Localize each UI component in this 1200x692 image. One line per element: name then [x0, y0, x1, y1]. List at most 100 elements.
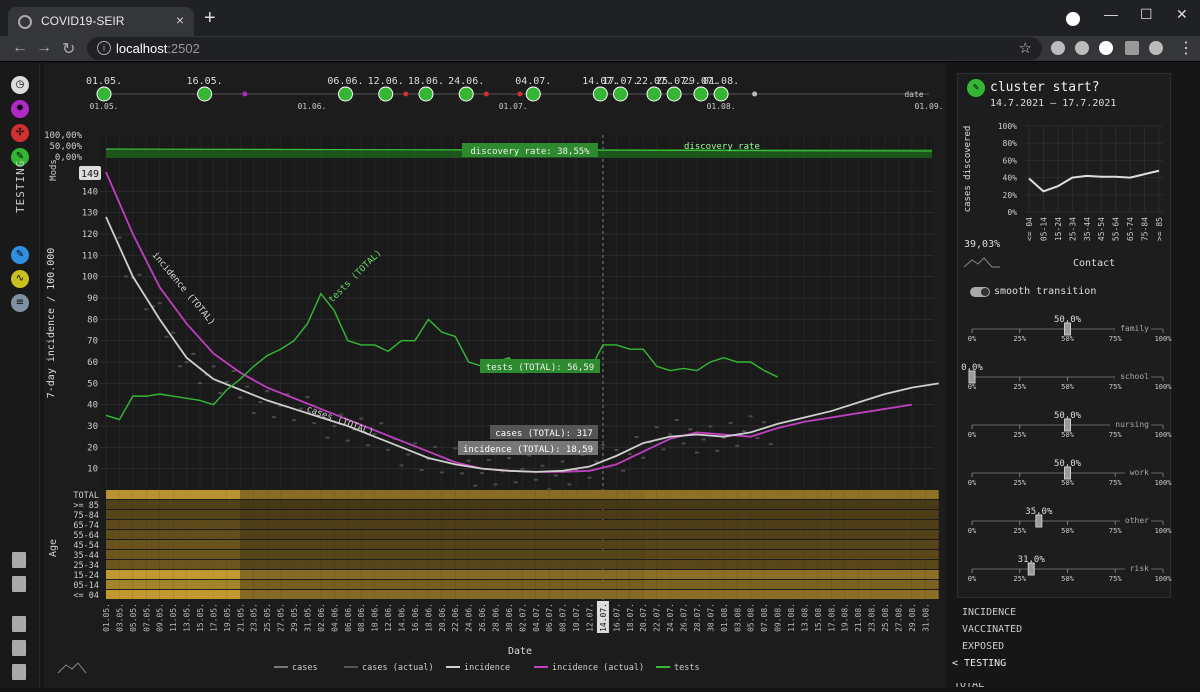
virus-icon[interactable]: ✸ — [11, 100, 29, 118]
extension-icon[interactable] — [1099, 41, 1113, 55]
timeline-event-icon[interactable] — [96, 86, 112, 102]
menu-item-total[interactable]: TOTAL — [954, 683, 984, 688]
edit-icon[interactable]: ✎ — [11, 246, 29, 264]
left-toolbar: ◷ ✸ ✣ ✎ TESTING ✎ ∿ ≡ — [0, 63, 40, 688]
sliders-icon[interactable]: ≡ — [11, 294, 29, 312]
heatmap-cell — [858, 590, 872, 599]
forward-icon[interactable]: → — [36, 39, 52, 57]
cases-actual-bar — [627, 452, 632, 455]
timeline-event-icon[interactable] — [713, 86, 729, 102]
timeline-marker[interactable] — [752, 91, 758, 97]
timeline-event-icon[interactable] — [378, 86, 394, 102]
slider-tick-label: 50% — [1061, 383, 1074, 391]
close-tab-icon[interactable]: × — [176, 12, 184, 28]
heatmap-cell — [294, 590, 308, 599]
cases-actual-bar — [513, 481, 518, 484]
profile-dropdown-icon[interactable] — [1066, 12, 1080, 26]
menu-item-exposed[interactable]: EXPOSED — [962, 641, 1004, 652]
new-tab-button[interactable]: + — [204, 8, 216, 28]
mode-menu: INCIDENCE VACCINATED EXPOSED < TESTING T… — [940, 603, 1200, 688]
heatmap-cell — [213, 550, 227, 559]
mods-tick-label: 100,00% — [44, 131, 83, 141]
info-icon[interactable]: i — [97, 41, 111, 55]
maximize-button[interactable]: ☐ — [1140, 6, 1153, 23]
back-icon[interactable]: ← — [12, 39, 28, 57]
heatmap-cell — [656, 490, 671, 499]
timeline-marker[interactable] — [403, 91, 409, 97]
save-icon[interactable] — [12, 640, 26, 656]
main-chart-svg[interactable]: 01.05. 16.05. 06.06. 12.06. 18.06. 24.06. 04.0… — [44, 63, 946, 688]
slider-handle-nursing[interactable] — [1064, 418, 1071, 432]
puzzle-icon[interactable] — [1125, 41, 1139, 55]
chart-legend[interactable]: cases cases (actual) incidence incidence (a… — [57, 662, 700, 674]
avatar[interactable] — [1149, 41, 1163, 55]
heatmap-cell — [858, 580, 872, 589]
heatmap-cell — [723, 560, 738, 569]
slider-handle-school[interactable] — [968, 370, 976, 384]
heatmap-cell — [898, 510, 912, 519]
heatmap-cell — [132, 590, 147, 599]
document-icon[interactable] — [12, 576, 26, 592]
heatmap-cell — [777, 510, 791, 519]
heatmap-cell — [804, 520, 818, 529]
timeline-marker[interactable] — [242, 91, 248, 97]
timeline-event-icon[interactable] — [693, 86, 709, 102]
clock-icon[interactable]: ◷ — [11, 76, 29, 94]
timeline[interactable]: 01.05. 16.05. 06.06. 12.06. 18.06. 24.06. 04.0… — [86, 76, 944, 111]
smooth-transition-toggle[interactable] — [970, 287, 990, 297]
browser-tab[interactable]: COVID19-SEIR × — [8, 7, 194, 36]
minimize-button[interactable]: — — [1104, 6, 1118, 22]
heatmap-cell — [334, 580, 348, 589]
heatmap-cell — [616, 580, 630, 589]
timeline-event-icon[interactable] — [612, 86, 628, 102]
menu-icon[interactable]: ⋮ — [1178, 38, 1194, 58]
heatmap-cell — [307, 530, 321, 539]
address-bar[interactable]: i localhost:2502 ☆ — [87, 37, 1042, 60]
heatmap-cell — [535, 580, 550, 589]
heatmap-cell — [159, 540, 174, 549]
reload-icon[interactable]: ↻ — [62, 39, 75, 59]
bookmark-star-icon[interactable]: ☆ — [1019, 39, 1032, 57]
menu-item-vaccinated[interactable]: VACCINATED — [962, 624, 1022, 635]
timeline-event-icon[interactable] — [458, 86, 474, 102]
timeline-event-icon[interactable] — [592, 86, 608, 102]
menu-item-testing[interactable]: < TESTING — [952, 658, 1006, 669]
timeline-event-icon[interactable] — [197, 86, 213, 102]
timeline-marker[interactable] — [483, 91, 489, 97]
timeline-event-icon[interactable] — [666, 86, 682, 102]
heatmap-cell — [898, 500, 912, 509]
heatmap-cell — [119, 580, 133, 589]
menu-item-incidence[interactable]: INCIDENCE — [962, 607, 1016, 618]
import-icon[interactable] — [12, 616, 26, 632]
heatmap-cell — [884, 500, 899, 509]
heatmap-cell — [750, 570, 765, 579]
timeline-marker[interactable] — [517, 91, 523, 97]
timeline-event-icon[interactable] — [646, 86, 662, 102]
x-tick-label: 10.06. — [371, 603, 380, 632]
timeline-event-icon[interactable] — [337, 86, 353, 102]
export-icon[interactable] — [12, 664, 26, 680]
extension-icon[interactable] — [1051, 41, 1065, 55]
slider-handle-other[interactable] — [1035, 514, 1043, 528]
slider-handle-work[interactable] — [1064, 466, 1071, 480]
heatmap-cell — [656, 510, 671, 519]
heatmap-cell — [307, 500, 321, 509]
close-window-button[interactable]: ✕ — [1176, 6, 1188, 23]
timeline-event-icon[interactable] — [525, 86, 541, 102]
extension-icon[interactable] — [1075, 41, 1089, 55]
wave-icon[interactable]: ∿ — [11, 270, 29, 288]
heatmap-cell — [643, 500, 657, 509]
heatmap-cell — [401, 560, 415, 569]
rp-y-tick: 20% — [1003, 191, 1018, 200]
heatmap-cell — [884, 580, 899, 589]
heatmap-cell — [777, 520, 791, 529]
heatmap-cell — [562, 570, 577, 579]
heatmap-cell — [334, 540, 348, 549]
timeline-event-icon[interactable] — [418, 86, 434, 102]
heatmap-cell — [374, 510, 389, 519]
lifebuoy-icon[interactable]: ✣ — [11, 124, 29, 142]
age-heatmap[interactable]: TOTAL>= 8575-8465-7455-6445-5435-4425-34… — [48, 490, 939, 601]
chart-export-icon[interactable] — [12, 552, 26, 568]
slider-handle-risk[interactable] — [1027, 562, 1035, 576]
slider-handle-family[interactable] — [1064, 322, 1071, 336]
